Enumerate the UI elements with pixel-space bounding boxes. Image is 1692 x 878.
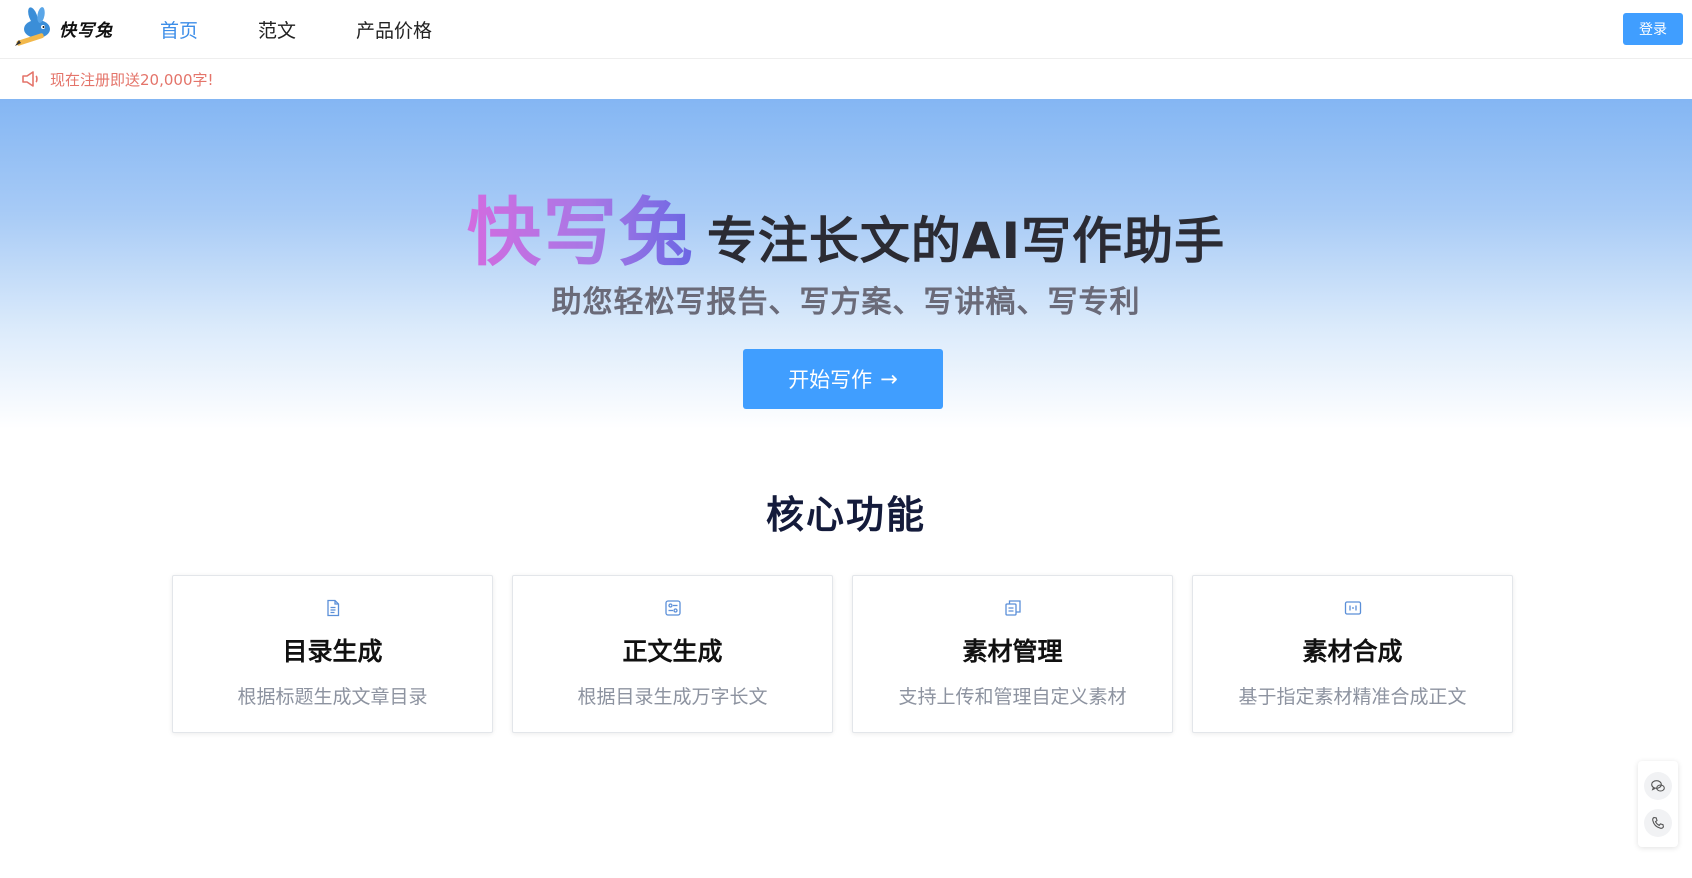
feature-card-title: 素材管理 [962, 637, 1063, 666]
floating-contact-bar [1638, 761, 1678, 847]
hero-section: 快写兔 专注长文的AI写作助手 助您轻松写报告、写方案、写讲稿、写专利 开始写作… [0, 99, 1692, 429]
logo-text: 快写兔 [59, 20, 113, 41]
document-icon [323, 598, 343, 618]
feature-card-desc: 基于指定素材精准合成正文 [1238, 686, 1467, 708]
feature-cards: 目录生成 根据标题生成文章目录 正文生成 根据目录生成万字长文 素材管理 支持上… [172, 575, 1532, 733]
main-nav: 首页 范文 产品价格 [160, 0, 492, 58]
rabbit-logo-icon [15, 7, 50, 46]
hero-title: 快写兔 专注长文的AI写作助手 [0, 173, 1692, 280]
phone-icon [1652, 816, 1664, 829]
feature-card-title: 目录生成 [282, 637, 383, 666]
features-title: 核心功能 [765, 493, 926, 537]
start-writing-label: 开始写作 [788, 368, 873, 392]
feature-card-title: 正文生成 [622, 637, 723, 666]
copy-document-icon [1003, 598, 1023, 618]
wechat-button[interactable] [1644, 771, 1672, 800]
settings-panel-icon [663, 598, 683, 618]
login-button[interactable]: 登录 [1623, 13, 1683, 45]
feature-card-desc: 支持上传和管理自定义素材 [898, 686, 1127, 708]
announcement-text[interactable]: 现在注册即送20,000字! [50, 69, 214, 90]
hero-slogan: 专注长文的AI写作助手 [706, 212, 1226, 270]
feature-card-desc: 根据目录生成万字长文 [577, 686, 768, 708]
wechat-icon [1651, 779, 1665, 792]
feature-card-title: 素材合成 [1302, 637, 1403, 666]
announcement-bar: 现在注册即送20,000字! [0, 59, 1692, 99]
feature-card-outline[interactable]: 目录生成 根据标题生成文章目录 [172, 575, 493, 733]
start-writing-button[interactable]: 开始写作 → [743, 349, 943, 409]
feature-card-materials[interactable]: 素材管理 支持上传和管理自定义素材 [852, 575, 1173, 733]
merge-icon [1343, 598, 1363, 618]
hero-brand: 快写兔 [467, 173, 695, 280]
feature-card-desc: 根据标题生成文章目录 [237, 686, 428, 708]
speaker-icon [20, 68, 42, 90]
feature-card-merge[interactable]: 素材合成 基于指定素材精准合成正文 [1192, 575, 1513, 733]
phone-button[interactable] [1644, 808, 1672, 837]
hero-subtitle: 助您轻松写报告、写方案、写讲稿、写专利 [551, 285, 1141, 320]
nav-samples[interactable]: 范文 [258, 16, 296, 43]
nav-pricing[interactable]: 产品价格 [356, 16, 432, 43]
logo[interactable]: 快写兔 [13, 6, 113, 50]
nav-home[interactable]: 首页 [160, 16, 198, 43]
feature-card-body[interactable]: 正文生成 根据目录生成万字长文 [512, 575, 833, 733]
top-header: 快写兔 首页 范文 产品价格 登录 [0, 0, 1692, 59]
arrow-right-icon: → [880, 367, 898, 391]
